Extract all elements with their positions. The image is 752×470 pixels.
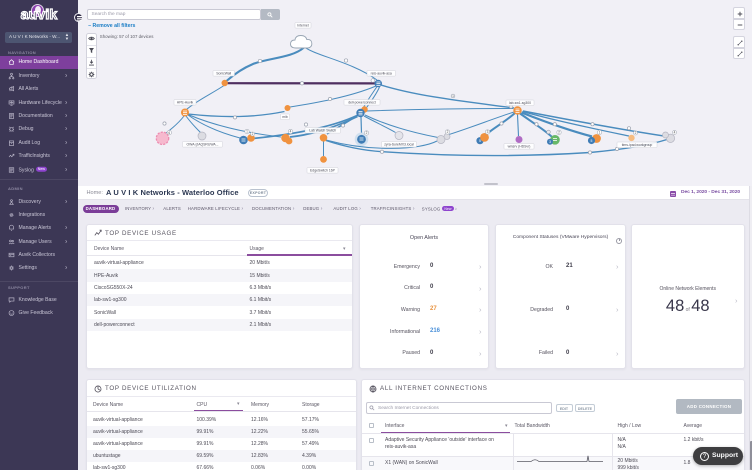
svg-text:4: 4 <box>674 131 676 135</box>
svg-text:5: 5 <box>479 139 481 143</box>
svg-text:mib: mib <box>282 115 288 119</box>
svg-text:1: 1 <box>246 130 248 134</box>
svg-text:Lab Watch Switch: Lab Watch Switch <box>309 129 336 133</box>
svg-text:Internet: Internet <box>297 24 309 28</box>
svg-text:3: 3 <box>549 140 551 144</box>
svg-text:reis-auvik-asa: reis-auvik-asa <box>371 72 392 76</box>
svg-text:SonicWall: SonicWall <box>216 72 231 76</box>
svg-text:3: 3 <box>487 130 489 134</box>
svg-text:2: 2 <box>252 132 254 136</box>
svg-text:HPE-Auvik: HPE-Auvik <box>177 101 194 105</box>
svg-text:1: 1 <box>599 131 601 135</box>
svg-text:OWA-[JAQSRUWA...: OWA-[JAQSRUWA... <box>187 143 219 147</box>
svg-text:EdgeSwitch 16P: EdgeSwitch 16P <box>310 169 336 173</box>
svg-text:dell-powerconnect: dell-powerconnect <box>348 101 376 105</box>
svg-text:lab-sw1-sg300: lab-sw1-sg300 <box>509 101 531 105</box>
svg-text:2: 2 <box>447 130 449 134</box>
svg-text:2: 2 <box>558 131 560 135</box>
svg-text:winsrv (HDSvr): winsrv (HDSvr) <box>508 145 531 149</box>
svg-text:4: 4 <box>290 130 292 134</box>
svg-text:5: 5 <box>591 139 593 143</box>
svg-text:tims-ipad.workgroup: tims-ipad.workgroup <box>622 143 653 147</box>
svg-text:2: 2 <box>635 131 637 135</box>
svg-text:2: 2 <box>366 131 368 135</box>
svg-text:zyra-SureMX3.local: zyra-SureMX3.local <box>384 143 414 147</box>
svg-text:6: 6 <box>168 131 170 135</box>
